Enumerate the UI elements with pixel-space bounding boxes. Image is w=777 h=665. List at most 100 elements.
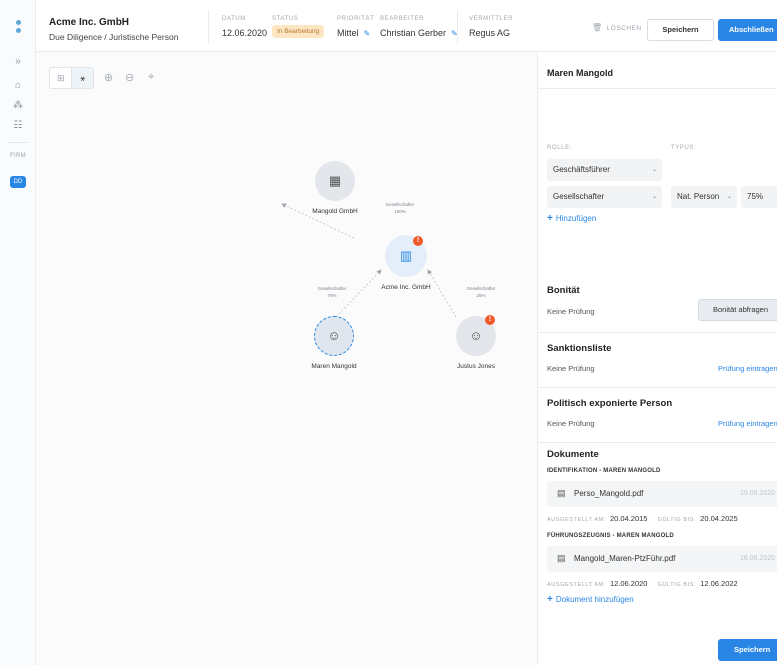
document-item[interactable]: ▤ Perso_Mangold.pdf 15.06.2020 (547, 481, 777, 507)
valid-date: 12.06.2022 (700, 579, 738, 588)
pep-enter-link[interactable]: Prüfung eintragen (718, 419, 777, 428)
typus-label: TYPUS: (671, 145, 697, 151)
role-select-value: Geschäftsführer (553, 165, 610, 174)
edge-label-mangold: Gesellschafter 100% (385, 202, 415, 214)
users-icon[interactable]: ☷ (12, 120, 24, 132)
plus-icon: + (547, 594, 553, 605)
priority-label: PRIORITÄT (337, 16, 375, 22)
company-subtitle: Due Diligence / Juristische Person (49, 32, 179, 42)
priority-field: PRIORITÄT Mittel ✎ (337, 16, 374, 38)
bonitaet-status: Keine Prüfung (547, 307, 595, 316)
percent-value: 75% (747, 192, 764, 201)
issued-label: AUSGESTELLT AM: (547, 582, 606, 588)
trash-icon: 🗑 (592, 23, 603, 32)
graph-canvas[interactable]: ⊞ ⚹ ⊕ ⊖ ⌖ Gesellschafter 100% Gesellscha… (36, 52, 537, 665)
node-maren-selected[interactable]: ☺ (314, 316, 354, 356)
graph-edges (281, 203, 457, 318)
person-icon: ☺ (469, 328, 483, 343)
editor-label: BEARBEITER (380, 16, 425, 22)
node-label: Acme Inc. GmbH (381, 284, 431, 291)
edit-priority-icon[interactable]: ✎ (364, 29, 371, 38)
pdf-file-icon: ▤ (557, 488, 566, 498)
collapse-chevron-icon[interactable]: » (12, 56, 24, 68)
company-name: Acme Inc. GmbH (49, 17, 130, 28)
panel-divider (538, 88, 777, 89)
add-document-link[interactable]: + Dokument hinzufügen (547, 594, 634, 605)
editor-value: Christian Gerber (380, 28, 447, 38)
edge-label-maren: Gesellschafter 75% (317, 286, 347, 298)
node-mangold-gmbh[interactable]: ▦ (315, 161, 355, 201)
office-building-icon: ▥ (399, 248, 413, 263)
document-name: Mangold_Maren-PtzFühr.pdf (574, 554, 676, 563)
company-block: Acme Inc. GmbH Due Diligence / Juristisc… (49, 17, 178, 42)
header-save-button[interactable]: Speichern (647, 19, 714, 41)
add-role-label: Hinzufügen (555, 214, 597, 223)
broker-field: VERMITTLER Regus AG (469, 16, 513, 38)
issued-date: 12.06.2020 (609, 579, 648, 588)
editor-field: BEARBEITER Christian Gerber ✎ (380, 16, 458, 38)
warning-badge-icon: ! (485, 315, 495, 325)
status-field: STATUS In Bearbeitung (272, 16, 325, 38)
bonitaet-title: Bonität (547, 285, 580, 296)
app-logo[interactable] (16, 20, 22, 34)
node-label: Justus Jones (457, 363, 495, 370)
status-badge[interactable]: In Bearbeitung (272, 25, 325, 38)
detail-panel: Maren Mangold ROLLE: TYPUS: Geschäftsfüh… (537, 52, 777, 665)
bonitaet-request-button[interactable]: Bonität abfragen (698, 299, 777, 321)
broker-label: VERMITTLER (469, 16, 514, 22)
panel-save-button[interactable]: Speichern (718, 639, 777, 661)
edge-label-justus: Gesellschafter 25% (466, 286, 496, 298)
typus-select[interactable]: Nat. Person ⌄ (671, 186, 737, 208)
valid-label: GÜLTIG BIS: (657, 517, 697, 523)
role-select-value: Gesellschafter (553, 192, 605, 201)
typus-select-value: Nat. Person (677, 192, 720, 201)
building-icon: ▦ (328, 173, 342, 188)
issued-label: AUSGESTELLT AM: (547, 517, 606, 523)
document-date: 15.06.2020 (740, 490, 776, 497)
sidebar-firm-label: FIRM (10, 153, 26, 159)
broker-value: Regus AG (469, 28, 511, 38)
percent-input[interactable]: 75% (741, 186, 777, 208)
panel-divider (538, 387, 777, 388)
role-select-2[interactable]: Gesellschafter ⌄ (547, 186, 662, 208)
panel-title: Maren Mangold (547, 68, 614, 78)
finish-button[interactable]: Abschließen (718, 19, 777, 41)
date-field: DATUM 12.06.2020 (222, 16, 267, 38)
sidebar: » ⌂ ⁂ ☷ FIRM DD (0, 0, 36, 665)
status-label: STATUS (272, 16, 299, 22)
document-meta: AUSGESTELLT AM: 20.04.2015 GÜLTIG BIS: 20.… (547, 514, 738, 523)
chevron-down-icon: ⌄ (651, 167, 657, 173)
chevron-down-icon: ⌄ (651, 194, 657, 200)
valid-date: 20.04.2025 (700, 514, 738, 523)
sanctions-status: Keine Prüfung (547, 364, 595, 373)
valid-label: GÜLTIG BIS: (657, 582, 697, 588)
document-item[interactable]: ▤ Mangold_Maren-PtzFühr.pdf 16.06.2020 (547, 546, 777, 572)
pep-status: Keine Prüfung (547, 419, 595, 428)
document-category: FÜHRUNGSZEUGNIS - MAREN MANGOLD (547, 533, 674, 539)
sanctions-title: Sanktionsliste (547, 343, 612, 354)
delete-button[interactable]: 🗑 LÖSCHEN (592, 23, 642, 32)
add-role-link[interactable]: + Hinzufügen (547, 213, 596, 224)
panel-divider (538, 442, 777, 443)
priority-value: Mittel (337, 28, 359, 38)
network-icon[interactable]: ⁂ (12, 100, 24, 112)
page-header: Acme Inc. GmbH Due Diligence / Juristisc… (36, 0, 777, 52)
role-select-1[interactable]: Geschäftsführer ⌄ (547, 159, 662, 181)
chevron-down-icon: ⌄ (726, 194, 732, 200)
node-label: Mangold GmbH (312, 208, 358, 215)
sanctions-enter-link[interactable]: Prüfung eintragen (718, 364, 777, 373)
header-divider (208, 10, 209, 44)
document-category: IDENTIFIKATION - MAREN MANGOLD (547, 468, 661, 474)
home-icon[interactable]: ⌂ (12, 80, 24, 92)
sidebar-dd-badge[interactable]: DD (10, 176, 26, 188)
warning-badge-icon: ! (413, 236, 423, 246)
header-divider (457, 10, 458, 44)
issued-date: 20.04.2015 (609, 514, 648, 523)
pdf-file-icon: ▤ (557, 553, 566, 563)
date-value: 12.06.2020 (222, 28, 268, 38)
delete-label: LÖSCHEN (606, 25, 642, 32)
add-document-label: Dokument hinzufügen (555, 595, 634, 604)
role-label: ROLLE: (547, 145, 572, 151)
sidebar-divider (8, 142, 28, 143)
document-date: 16.06.2020 (740, 555, 776, 562)
